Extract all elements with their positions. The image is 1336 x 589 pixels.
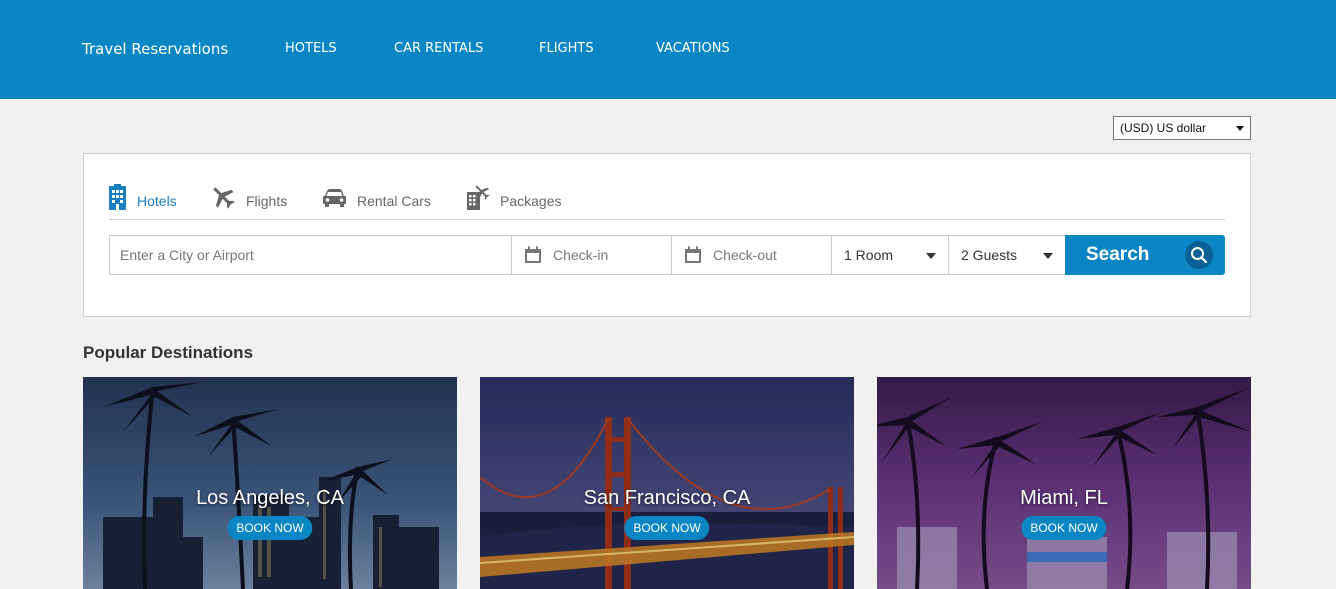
checkout-field[interactable]: [671, 235, 832, 275]
tab-packages[interactable]: Packages: [466, 178, 561, 210]
destination-card-los-angeles[interactable]: Los Angeles, CA BOOK NOW: [83, 377, 457, 589]
destination-field[interactable]: [109, 235, 512, 275]
search-icon: [1185, 241, 1213, 269]
tab-hotels[interactable]: Hotels: [108, 178, 177, 210]
search-panel: Hotels Flights Rental Cars Packages Ente…: [83, 153, 1251, 317]
tab-label-packages: Packages: [500, 193, 562, 209]
search-form: 1 Room 2 Guests Search: [109, 235, 1225, 275]
destination-input[interactable]: [120, 247, 511, 263]
nav-hotels[interactable]: HOTELS: [285, 41, 337, 56]
nav-car-rentals[interactable]: CAR RENTALS: [394, 41, 483, 56]
nav-flights[interactable]: FLIGHTS: [539, 41, 594, 56]
currency-select[interactable]: (USD) US dollar: [1113, 116, 1251, 140]
checkin-field[interactable]: [511, 235, 672, 275]
tab-label-rental-cars: Rental Cars: [357, 193, 431, 209]
chevron-down-icon: [926, 253, 936, 259]
car-icon: [323, 189, 346, 207]
chevron-down-icon: [1043, 253, 1053, 259]
book-now-button[interactable]: BOOK NOW: [624, 516, 710, 540]
tab-flights[interactable]: Flights: [210, 178, 287, 210]
card-city-name: Miami, FL: [1020, 487, 1108, 509]
destination-card-san-francisco[interactable]: San Francisco, CA BOOK NOW: [480, 377, 854, 589]
checkin-input[interactable]: [553, 247, 671, 263]
package-icon: [467, 185, 490, 210]
currency-value: (USD) US dollar: [1120, 121, 1207, 135]
nav-vacations[interactable]: VACATIONS: [656, 41, 730, 56]
tab-label-hotels: Hotels: [137, 193, 177, 209]
san-francisco-photo: [480, 377, 854, 589]
chevron-down-icon: [1236, 125, 1244, 131]
los-angeles-photo: [83, 377, 457, 589]
book-now-button[interactable]: BOOK NOW: [227, 516, 313, 540]
tab-label-flights: Flights: [246, 193, 288, 209]
calendar-icon: [525, 246, 541, 263]
plane-icon: [213, 187, 235, 209]
miami-photo: [877, 377, 1251, 589]
rooms-select[interactable]: 1 Room: [831, 235, 949, 275]
search-button-label: Search: [1086, 244, 1150, 265]
tabs-divider: [109, 219, 1225, 220]
brand-logo-text[interactable]: Travel Reservations: [82, 40, 228, 58]
guests-select[interactable]: 2 Guests: [948, 235, 1066, 275]
checkout-input[interactable]: [713, 247, 831, 263]
hotel-icon: [109, 184, 126, 210]
tab-rental-cars[interactable]: Rental Cars: [322, 178, 431, 210]
card-city-name: San Francisco, CA: [583, 487, 751, 509]
destination-card-miami[interactable]: Miami, FL BOOK NOW: [877, 377, 1251, 589]
rooms-value: 1 Room: [844, 247, 894, 263]
calendar-icon: [685, 246, 701, 263]
top-navbar: Travel Reservations HOTELS CAR RENTALS F…: [0, 0, 1336, 99]
search-button[interactable]: Search: [1065, 235, 1225, 275]
book-now-button[interactable]: BOOK NOW: [1021, 516, 1107, 540]
popular-destinations-heading: Popular Destinations: [83, 343, 254, 362]
guests-value: 2 Guests: [961, 247, 1018, 263]
card-city-name: Los Angeles, CA: [196, 487, 344, 509]
